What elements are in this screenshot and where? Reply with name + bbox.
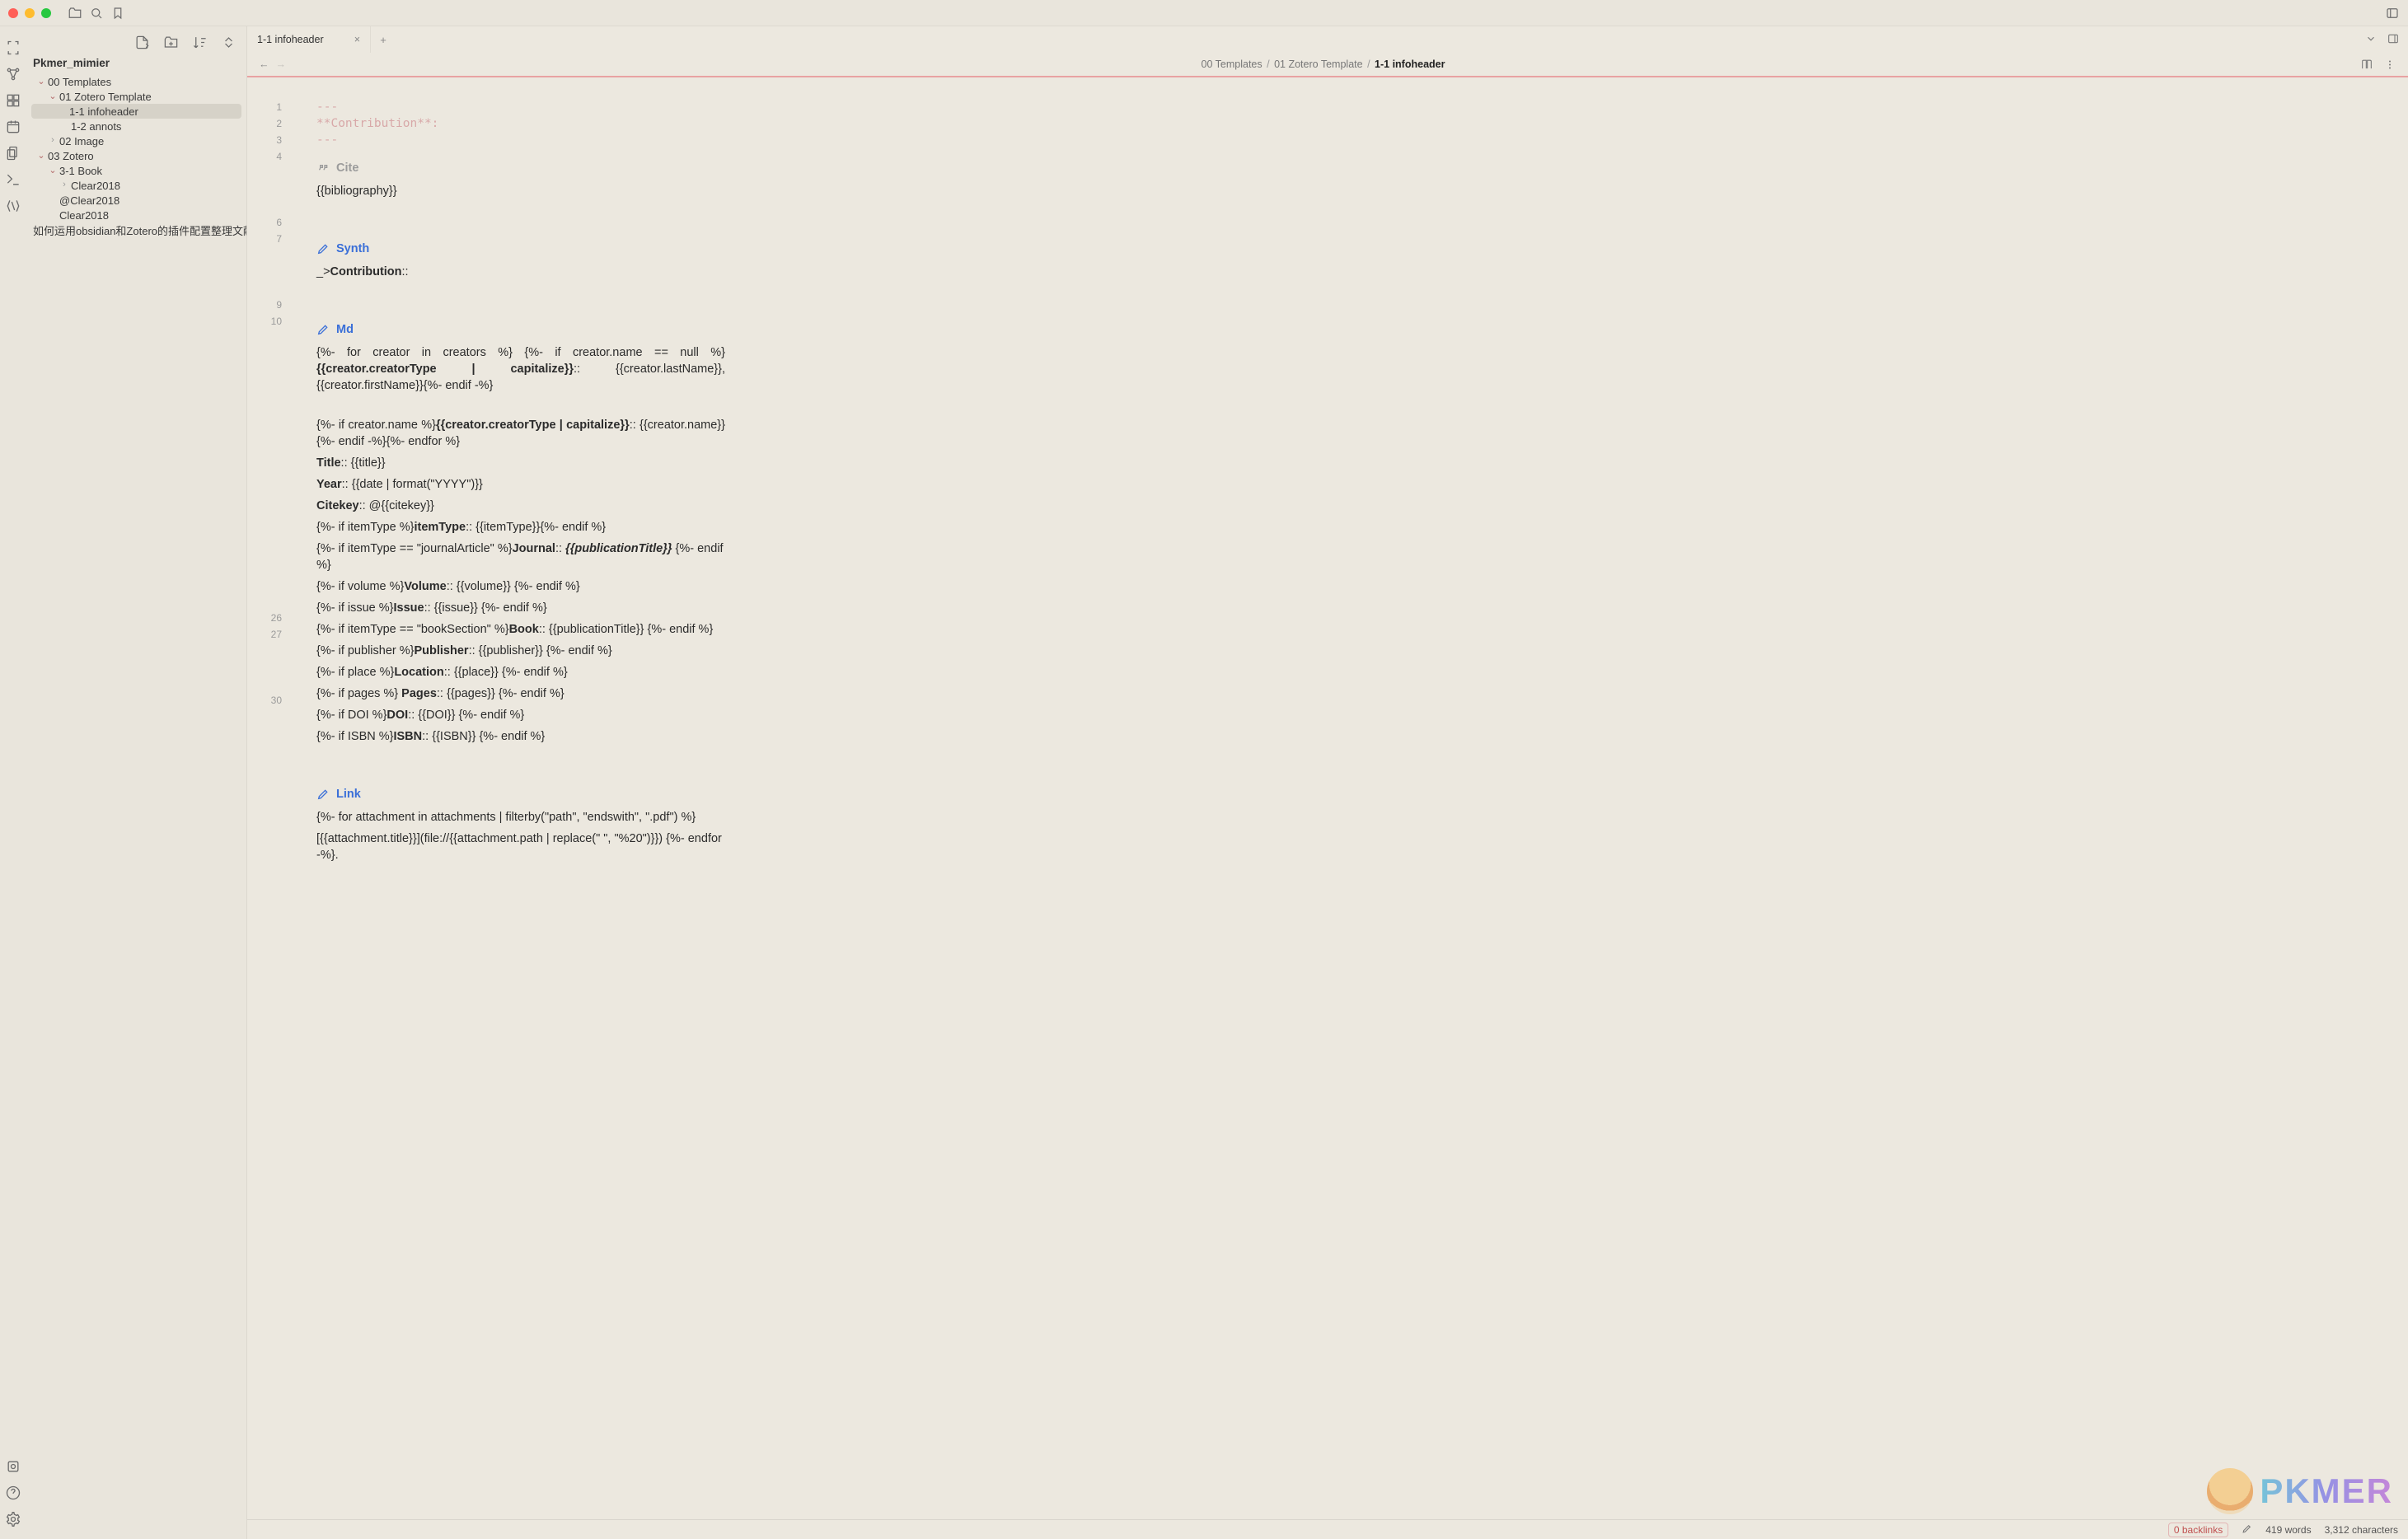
window-controls	[8, 8, 51, 18]
workspace: 1-1 infoheader × + ← → 00 Templates / 01…	[247, 26, 2408, 1539]
close-tab-icon[interactable]: ×	[354, 34, 360, 45]
file-item[interactable]: 1-2 annots	[26, 119, 246, 133]
heading-cite: Cite	[316, 160, 725, 176]
tree-label: 1-2 annots	[69, 120, 121, 133]
tree-label: 03 Zotero	[46, 150, 94, 162]
left-panel-toggle-icon[interactable]	[2385, 6, 2400, 21]
line-gutter: 123467910262730	[247, 99, 297, 898]
tree-label: 3-1 Book	[58, 165, 102, 177]
document-body[interactable]: --- **Contribution**: --- Cite {{bibliog…	[297, 99, 725, 898]
pencil-icon	[316, 242, 330, 255]
file-tree: 00 Templates 01 Zotero Template 1-1 infohe…	[26, 74, 246, 1539]
graph-icon[interactable]	[5, 66, 21, 82]
collapse-icon[interactable]	[221, 35, 237, 50]
file-item[interactable]: Clear2018	[26, 208, 246, 222]
minimize-window[interactable]	[25, 8, 35, 18]
nav-forward-icon[interactable]: →	[276, 58, 287, 70]
file-item[interactable]: 如何运用obsidian和Zotero的插件配置整理文献管理实现...	[26, 222, 246, 237]
titlebar	[0, 0, 2408, 26]
tree-label: 02 Image	[58, 135, 104, 147]
backlinks-count[interactable]: 0 backlinks	[2168, 1523, 2228, 1537]
new-tab-button[interactable]: +	[371, 26, 396, 53]
vault-switcher-icon[interactable]	[5, 1458, 21, 1475]
canvas-icon[interactable]	[5, 92, 21, 109]
more-options-icon[interactable]	[2383, 57, 2396, 73]
vault-icon[interactable]	[68, 6, 82, 21]
nav-back-icon[interactable]: ←	[259, 58, 269, 70]
vault-name: Pkmer_mimier	[26, 54, 246, 74]
command-icon[interactable]	[5, 171, 21, 188]
help-icon[interactable]	[5, 1485, 21, 1501]
quick-switcher-icon[interactable]	[5, 40, 21, 56]
daily-note-icon[interactable]	[5, 119, 21, 135]
char-count: 3,312 characters	[2325, 1524, 2398, 1536]
reading-view-icon[interactable]	[2360, 57, 2373, 73]
maximize-window[interactable]	[41, 8, 51, 18]
tree-label: 如何运用obsidian和Zotero的插件配置整理文献管理实现...	[31, 222, 246, 238]
pencil-icon	[316, 323, 330, 336]
word-count: 419 words	[2265, 1524, 2311, 1536]
heading-md: Md	[316, 321, 725, 338]
files-icon[interactable]	[5, 145, 21, 161]
heading-synth: Synth	[316, 241, 725, 257]
tree-label: Clear2018	[58, 209, 109, 222]
tree-label: 1-1 infoheader	[69, 105, 138, 118]
explorer-toolbar	[26, 26, 246, 54]
folder-item[interactable]: 00 Templates	[26, 74, 246, 89]
heading-link: Link	[316, 786, 725, 802]
tree-label: 00 Templates	[46, 76, 111, 88]
tab-bar: 1-1 infoheader × +	[247, 26, 2408, 53]
sort-icon[interactable]	[192, 35, 208, 50]
breadcrumb[interactable]: 00 Templates / 01 Zotero Template / 1-1 …	[293, 58, 2354, 70]
search-icon[interactable]	[89, 6, 104, 21]
tree-label: Clear2018	[69, 180, 120, 192]
close-window[interactable]	[8, 8, 18, 18]
tree-label: 01 Zotero Template	[58, 91, 152, 103]
tree-label: @Clear2018	[58, 194, 119, 207]
breadcrumb-bar: ← → 00 Templates / 01 Zotero Template / …	[247, 53, 2408, 76]
tab-dropdown-icon[interactable]	[2365, 33, 2377, 47]
templater-icon[interactable]	[5, 198, 21, 214]
settings-icon[interactable]	[5, 1511, 21, 1527]
bookmark-icon[interactable]	[110, 6, 125, 21]
file-item[interactable]: 1-1 infoheader	[31, 104, 241, 119]
quote-icon	[316, 161, 330, 175]
pencil-icon	[316, 788, 330, 801]
file-item[interactable]: @Clear2018	[26, 193, 246, 208]
folder-item[interactable]: Clear2018	[26, 178, 246, 193]
new-folder-icon[interactable]	[163, 35, 179, 50]
edit-mode-icon[interactable]	[2242, 1523, 2252, 1537]
tab-infoheader[interactable]: 1-1 infoheader ×	[247, 26, 371, 53]
status-bar: 0 backlinks 419 words 3,312 characters	[247, 1519, 2408, 1539]
folder-item[interactable]: 03 Zotero	[26, 148, 246, 163]
ribbon	[0, 26, 26, 1539]
tab-title: 1-1 infoheader	[257, 34, 324, 45]
new-note-icon[interactable]	[134, 35, 150, 50]
right-panel-toggle-icon[interactable]	[2387, 32, 2400, 48]
folder-item[interactable]: 02 Image	[26, 133, 246, 148]
folder-item[interactable]: 01 Zotero Template	[26, 89, 246, 104]
folder-item[interactable]: 3-1 Book	[26, 163, 246, 178]
editor[interactable]: 123467910262730 --- **Contribution**: --…	[247, 77, 2408, 1519]
file-explorer: Pkmer_mimier 00 Templates 01 Zotero Templ…	[26, 26, 247, 1539]
